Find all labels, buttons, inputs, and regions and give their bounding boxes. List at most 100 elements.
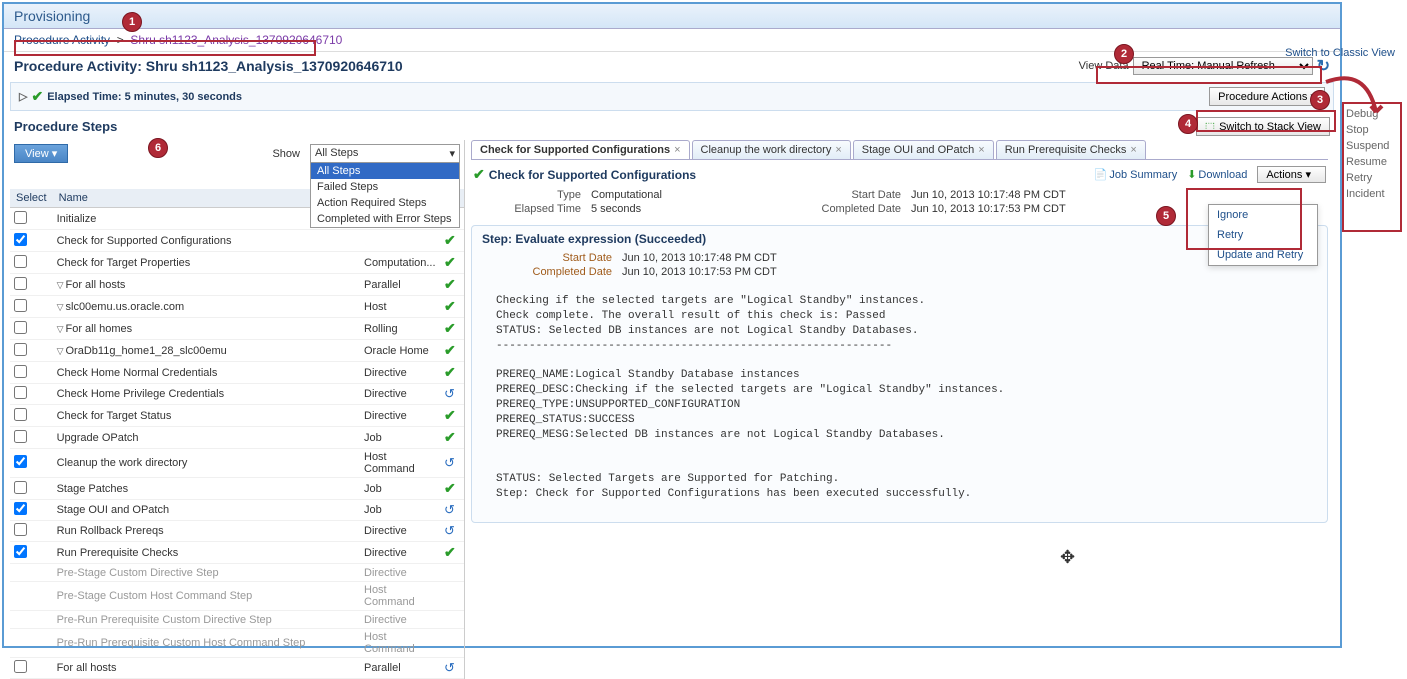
row-checkbox[interactable] [14,430,27,443]
actions-menu-item[interactable]: Update and Retry [1209,245,1317,265]
row-checkbox[interactable] [14,545,27,558]
row-checkbox[interactable] [14,660,27,673]
close-icon[interactable]: × [674,144,680,156]
switch-classic-link[interactable]: Switch to Classic View [1285,47,1395,59]
view-data-select[interactable]: Real Time: Manual Refresh [1133,57,1313,75]
download-link[interactable]: ⬇Download [1187,168,1247,181]
side-menu-item[interactable]: Suspend [1346,138,1404,154]
step-name: Pre-Run Prerequisite Custom Host Command… [53,629,360,658]
step-name[interactable]: Check for Target Properties [53,252,360,274]
row-checkbox[interactable] [14,211,27,224]
row-checkbox[interactable] [14,255,27,268]
step-type: Job [360,427,440,449]
job-summary-link[interactable]: 📄Job Summary [1094,168,1178,181]
move-cursor-icon: ✥ [1060,547,1075,568]
tab[interactable]: Check for Supported Configurations × [471,140,690,159]
status-running-icon: ↺ [444,523,455,538]
row-checkbox[interactable] [14,455,27,468]
actions-button[interactable]: Actions ▾ [1257,166,1326,183]
actions-menu-item[interactable]: Retry [1209,225,1317,245]
side-menu-item[interactable]: Incident [1346,186,1404,202]
detail-info: TypeComputational Start DateJun 10, 2013… [471,189,1328,221]
tab[interactable]: Stage OUI and OPatch × [853,140,994,159]
expand-icon[interactable]: ▽ [57,280,64,290]
step-box: Step: Evaluate expression (Succeeded) St… [471,225,1328,523]
step-name[interactable]: ▽For all hosts [53,274,360,296]
row-checkbox[interactable] [14,502,27,515]
breadcrumb-root[interactable]: Procedure Activity [14,33,110,47]
show-label: Show [272,148,304,160]
side-menu-item[interactable]: Retry [1346,170,1404,186]
expand-icon[interactable]: ▽ [57,346,64,356]
breadcrumb-current: Shru sh1123_Analysis_1370920646710 [130,33,342,47]
status-running-icon: ↺ [444,502,455,517]
callout-6: 6 [148,138,168,158]
status-ok-icon: ✔ [444,232,456,248]
row-checkbox[interactable] [14,481,27,494]
procedure-actions-button[interactable]: Procedure Actions ▾ [1209,87,1325,106]
step-name: Pre-Run Prerequisite Custom Directive St… [53,611,360,629]
filter-option[interactable]: Completed with Error Steps [311,211,459,227]
step-type: Oracle Home [360,340,440,362]
header-title: Provisioning [14,8,90,24]
close-icon[interactable]: × [1130,144,1136,156]
step-status: ↺ [440,384,464,405]
filter-option[interactable]: Failed Steps [311,179,459,195]
row-checkbox[interactable] [14,523,27,536]
step-name[interactable]: ▽For all homes [53,318,360,340]
step-type: Host Command [360,449,440,478]
step-name[interactable]: Check Home Privilege Credentials [53,384,360,405]
step-type: Directive [360,405,440,427]
step-name[interactable]: ▽slc00emu.us.oracle.com [53,296,360,318]
row-checkbox[interactable] [14,365,27,378]
callout-2: 2 [1114,44,1134,64]
switch-stack-view-button[interactable]: ⬚ Switch to Stack View [1196,117,1330,136]
status-ok-icon: ✔ [444,276,456,292]
row-checkbox[interactable] [14,233,27,246]
tab[interactable]: Run Prerequisite Checks × [996,140,1146,159]
actions-menu-item[interactable]: Ignore [1209,205,1317,225]
close-icon[interactable]: × [835,144,841,156]
step-type: Host [360,296,440,318]
expand-icon[interactable]: ▷ [19,90,27,103]
status-ok-icon: ✔ [444,544,456,560]
step-status [440,582,464,611]
filter-option[interactable]: All Steps [311,163,459,179]
tab[interactable]: Cleanup the work directory × [692,140,851,159]
status-running-icon: ↺ [444,455,455,470]
step-name[interactable]: Upgrade OPatch [53,427,360,449]
row-checkbox[interactable] [14,343,27,356]
step-type [360,230,440,252]
summary-icon: 📄 [1094,168,1108,181]
step-name[interactable]: Run Rollback Prereqs [53,521,360,542]
page-header: Provisioning [4,4,1340,29]
step-name[interactable]: Stage Patches [53,478,360,500]
row-checkbox[interactable] [14,321,27,334]
step-type: Parallel [360,658,440,679]
row-checkbox[interactable] [14,277,27,290]
row-checkbox[interactable] [14,386,27,399]
step-name[interactable]: Stage OUI and OPatch [53,500,360,521]
step-name[interactable]: Check Home Normal Credentials [53,362,360,384]
step-name[interactable]: ▽OraDb11g_home1_28_slc00emu [53,340,360,362]
row-checkbox[interactable] [14,408,27,421]
step-name[interactable]: For all hosts [53,658,360,679]
filter-option[interactable]: Action Required Steps [311,195,459,211]
expand-icon[interactable]: ▽ [57,324,64,334]
expand-icon[interactable]: ▽ [57,302,64,312]
step-name[interactable]: Run Prerequisite Checks [53,542,360,564]
view-menu-button[interactable]: View ▾ [14,144,68,163]
status-ok-icon: ✔ [444,342,456,358]
step-name[interactable]: Check for Target Status [53,405,360,427]
tabs: Check for Supported Configurations ×Clea… [471,140,1328,160]
step-name[interactable]: Cleanup the work directory [53,449,360,478]
close-icon[interactable]: × [978,144,984,156]
elapsed-time: ▷ ✔ Elapsed Time: 5 minutes, 30 seconds [19,88,242,105]
filter-dropdown[interactable]: All Steps▾ [310,144,460,163]
col-select: Select [10,189,53,208]
step-name[interactable]: Check for Supported Configurations [53,230,360,252]
side-menu-item[interactable]: Resume [1346,154,1404,170]
row-checkbox[interactable] [14,299,27,312]
step-type: Parallel [360,274,440,296]
steps-table: Select Name Initialize✔Check for Support… [10,189,464,679]
